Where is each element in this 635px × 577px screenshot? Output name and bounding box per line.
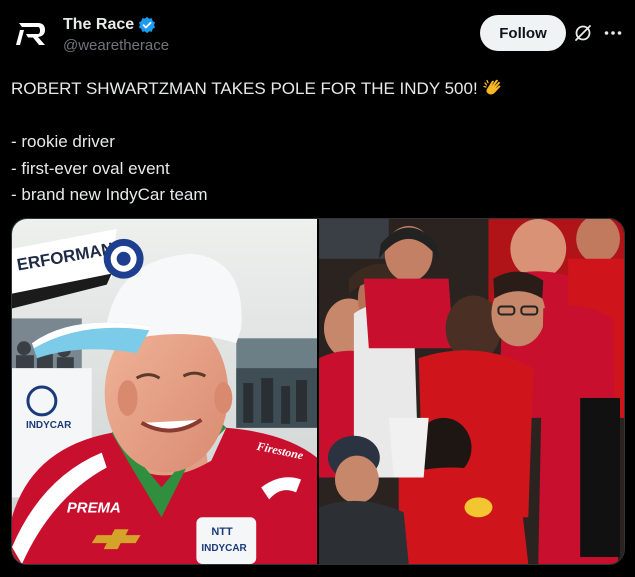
bullet-3: - brand new IndyCar team	[11, 185, 208, 204]
suit-text-1: PREMA	[67, 499, 121, 516]
bullet-2: - first-ever oval event	[11, 158, 170, 178]
team-celebration-photo	[319, 219, 624, 564]
verified-badge-icon	[139, 16, 156, 34]
author-display-name[interactable]: The Race	[63, 16, 169, 34]
author-name-text[interactable]: The Race	[63, 16, 134, 34]
driver-photo-image: ERFORMAN INDYCAR PREMA Firestone NTT IND…	[12, 219, 317, 564]
more-options-icon[interactable]	[603, 23, 623, 43]
chest-logo-1: NTT	[211, 526, 233, 538]
grok-icon[interactable]	[573, 23, 593, 43]
author-avatar[interactable]	[12, 14, 52, 54]
the-race-logo-icon	[16, 23, 45, 45]
author-names: The Race @wearetherace	[63, 16, 169, 54]
tweet-text: ROBERT SHWARTZMAN TAKES POLE FOR THE IND…	[11, 76, 623, 209]
tweet-media: ERFORMAN INDYCAR PREMA Firestone NTT IND…	[11, 218, 625, 565]
chest-logo-2: INDYCAR	[201, 543, 246, 554]
celebration-photo[interactable]	[319, 219, 624, 564]
board-text: INDYCAR	[26, 420, 71, 431]
driver-photo[interactable]: ERFORMAN INDYCAR PREMA Firestone NTT IND…	[12, 219, 317, 564]
tweet-headline-line: ROBERT SHWARTZMAN TAKES POLE FOR THE IND…	[11, 76, 623, 103]
author-handle[interactable]: @wearetherace	[63, 37, 169, 54]
clapping-hands-icon	[483, 79, 500, 95]
bullet-1: - rookie driver	[11, 132, 115, 151]
tweet-header: The Race @wearetherace Follow	[12, 12, 623, 60]
follow-button[interactable]: Follow	[480, 15, 566, 51]
tweet-headline: ROBERT SHWARTZMAN TAKES POLE FOR THE IND…	[11, 79, 478, 98]
